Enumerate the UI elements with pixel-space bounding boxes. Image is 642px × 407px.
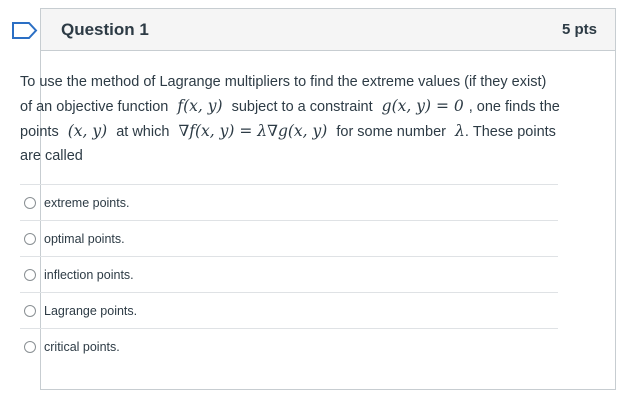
question-text-part: at which <box>116 124 170 140</box>
math-lambda: λ <box>455 122 465 140</box>
answer-label: extreme points. <box>44 195 130 210</box>
radio-button[interactable] <box>24 196 36 209</box>
answer-option[interactable]: inflection points. <box>20 256 558 292</box>
question-header: Question 1 5 pts <box>41 9 615 51</box>
answer-option[interactable]: Lagrange points. <box>20 292 558 328</box>
question-points: 5 pts <box>561 21 597 38</box>
math-objective-function: f(x, y) <box>177 97 223 115</box>
radio-button[interactable] <box>24 268 36 281</box>
question-text: To use the method of Lagrange multiplier… <box>20 70 560 168</box>
math-constraint: g(x, y) = 0 <box>381 97 464 115</box>
answer-label: Lagrange points. <box>44 303 138 318</box>
math-gradient-condition: ∇f(x, y) = λ∇g(x, y) <box>178 122 328 140</box>
answer-list: extreme points. optimal points. inflecti… <box>20 184 558 364</box>
radio-button[interactable] <box>24 340 36 353</box>
radio-button[interactable] <box>24 232 36 245</box>
answer-option[interactable]: critical points. <box>20 328 558 364</box>
question-title: Question 1 <box>61 19 149 39</box>
answer-label: inflection points. <box>44 267 134 282</box>
radio-button[interactable] <box>24 304 36 317</box>
question-text-part: for some number <box>336 124 446 140</box>
answer-label: critical points. <box>44 339 120 354</box>
question-text-part: subject to a constraint <box>231 99 373 115</box>
answer-option[interactable]: optimal points. <box>20 220 558 256</box>
answer-label: optimal points. <box>44 231 125 246</box>
math-point: (x, y) <box>67 122 108 140</box>
answer-option[interactable]: extreme points. <box>20 184 558 220</box>
